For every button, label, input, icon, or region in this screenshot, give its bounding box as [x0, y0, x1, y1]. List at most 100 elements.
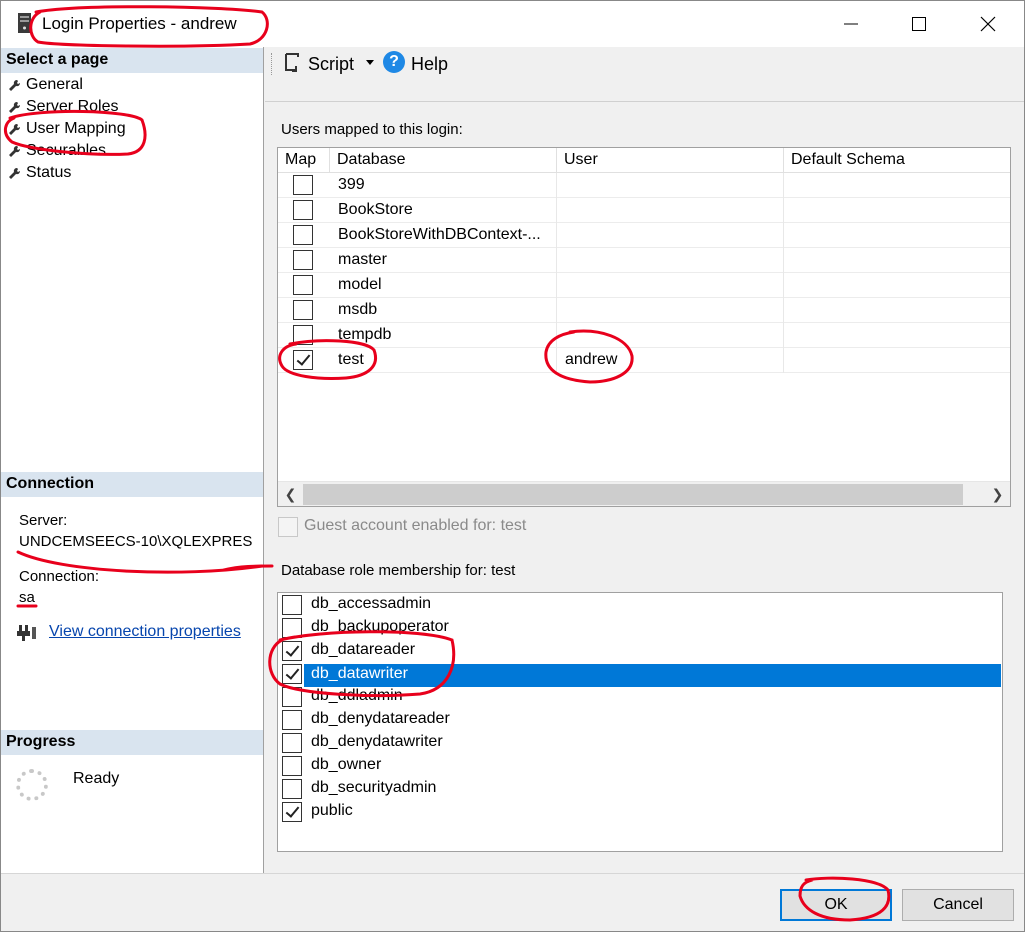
database-cell: BookStoreWithDBContext-...: [330, 223, 557, 248]
guest-account-checkbox: [278, 517, 298, 537]
role-checkbox[interactable]: [282, 595, 302, 615]
schema-cell[interactable]: [784, 348, 1010, 373]
database-cell: BookStore: [330, 198, 557, 223]
map-checkbox[interactable]: [293, 300, 313, 320]
user-cell[interactable]: [557, 298, 784, 323]
nav-item-status[interactable]: Status: [8, 162, 71, 184]
list-item[interactable]: db_securityadmin: [279, 778, 1001, 801]
scrollbar-thumb[interactable]: [303, 484, 963, 505]
nav-item-label: General: [26, 76, 83, 93]
nav-item-securables[interactable]: Securables: [8, 140, 106, 162]
list-item[interactable]: db_datareader: [279, 640, 1001, 663]
role-checkbox[interactable]: [282, 756, 302, 776]
table-row[interactable]: msdb: [278, 298, 1010, 323]
script-icon: [285, 53, 299, 72]
schema-cell[interactable]: [784, 273, 1010, 298]
progress-spinner-icon: [16, 769, 48, 801]
nav-item-label: Securables: [26, 142, 107, 159]
map-checkbox[interactable]: [293, 275, 313, 295]
connection-label: Connection:: [19, 568, 100, 585]
minimize-button[interactable]: [817, 1, 885, 47]
nav-item-server-roles[interactable]: Server Roles: [8, 96, 118, 118]
user-cell[interactable]: [557, 198, 784, 223]
list-item[interactable]: db_ddladmin: [279, 686, 1001, 709]
cancel-button[interactable]: Cancel: [902, 889, 1014, 921]
user-cell[interactable]: [557, 173, 784, 198]
table-row[interactable]: tempdb: [278, 323, 1010, 348]
role-name: db_denydatareader: [311, 710, 450, 727]
dialog-footer: OK Cancel: [1, 873, 1024, 931]
select-page-header: Select a page: [1, 48, 263, 73]
database-cell: msdb: [330, 298, 557, 323]
list-item[interactable]: public: [279, 801, 1001, 824]
list-item[interactable]: db_owner: [279, 755, 1001, 778]
table-row[interactable]: 399: [278, 173, 1010, 198]
schema-cell[interactable]: [784, 173, 1010, 198]
table-row[interactable]: model: [278, 273, 1010, 298]
maximize-icon: [912, 17, 926, 31]
chevron-left-icon[interactable]: ❮: [278, 482, 303, 506]
schema-cell[interactable]: [784, 323, 1010, 348]
map-checkbox[interactable]: [293, 350, 313, 370]
table-row[interactable]: BookStoreWithDBContext-...: [278, 223, 1010, 248]
role-checkbox[interactable]: [282, 664, 302, 684]
toolbar: Script ? Help: [265, 47, 1024, 101]
map-checkbox[interactable]: [293, 250, 313, 270]
role-checkbox[interactable]: [282, 710, 302, 730]
user-cell[interactable]: andrew: [557, 348, 784, 373]
list-item[interactable]: db_denydatareader: [279, 709, 1001, 732]
users-mapped-label: Users mapped to this login:: [281, 121, 463, 138]
guest-account-label: Guest account enabled for: test: [304, 517, 527, 534]
schema-cell[interactable]: [784, 298, 1010, 323]
role-checkbox[interactable]: [282, 733, 302, 753]
list-item[interactable]: db_accessadmin: [279, 594, 1001, 617]
nav-item-user-mapping[interactable]: User Mapping: [8, 118, 126, 140]
map-checkbox[interactable]: [293, 225, 313, 245]
horizontal-scrollbar[interactable]: ❮ ❯: [278, 481, 1010, 506]
close-button[interactable]: [954, 1, 1022, 47]
role-checkbox[interactable]: [282, 779, 302, 799]
progress-header: Progress: [1, 730, 263, 755]
chevron-down-icon[interactable]: [366, 60, 374, 65]
table-row[interactable]: test andrew: [278, 348, 1010, 373]
role-name: db_owner: [311, 756, 382, 773]
user-cell[interactable]: [557, 273, 784, 298]
user-cell[interactable]: [557, 323, 784, 348]
view-connection-properties-link[interactable]: View connection properties: [49, 623, 241, 641]
ok-button[interactable]: OK: [780, 889, 892, 921]
title-bar: Login Properties - andrew: [1, 1, 1024, 47]
nav-item-general[interactable]: General: [8, 74, 83, 96]
chevron-right-icon[interactable]: ❯: [985, 482, 1010, 506]
column-header-map[interactable]: Map: [278, 148, 330, 173]
role-checkbox[interactable]: [282, 618, 302, 638]
role-checkbox[interactable]: [282, 802, 302, 822]
role-checkbox[interactable]: [282, 641, 302, 661]
table-row[interactable]: BookStore: [278, 198, 1010, 223]
map-checkbox[interactable]: [293, 175, 313, 195]
role-membership-list: db_accessadmin db_backupoperator db_data…: [277, 592, 1003, 852]
role-name: db_backupoperator: [311, 618, 449, 635]
list-item[interactable]: db_denydatawriter: [279, 732, 1001, 755]
role-name: db_denydatawriter: [311, 733, 443, 750]
schema-cell[interactable]: [784, 248, 1010, 273]
schema-cell[interactable]: [784, 198, 1010, 223]
user-cell[interactable]: [557, 223, 784, 248]
column-header-default-schema[interactable]: Default Schema: [784, 148, 1010, 173]
column-header-database[interactable]: Database: [330, 148, 557, 173]
table-row[interactable]: master: [278, 248, 1010, 273]
map-checkbox[interactable]: [293, 200, 313, 220]
connection-header: Connection: [1, 472, 263, 497]
user-cell[interactable]: [557, 248, 784, 273]
schema-cell[interactable]: [784, 223, 1010, 248]
server-label: Server:: [19, 512, 68, 529]
list-item[interactable]: db_datawriter: [279, 663, 1001, 687]
wrench-icon: [9, 123, 21, 135]
map-checkbox[interactable]: [293, 325, 313, 345]
maximize-button[interactable]: [885, 1, 953, 47]
database-cell: master: [330, 248, 557, 273]
role-name: db_datawriter: [304, 664, 1001, 687]
list-item[interactable]: db_backupoperator: [279, 617, 1001, 640]
role-checkbox[interactable]: [282, 687, 302, 707]
column-header-user[interactable]: User: [557, 148, 784, 173]
wrench-icon: [9, 79, 21, 91]
